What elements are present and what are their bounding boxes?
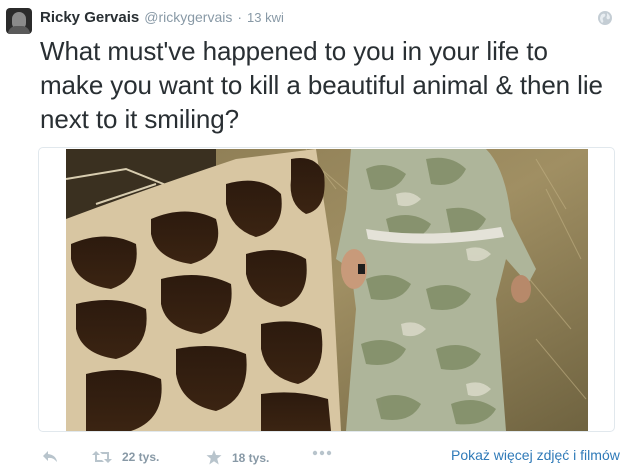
tweet-timestamp[interactable]: 13 kwi: [247, 10, 284, 25]
tweet-photo[interactable]: [66, 149, 588, 431]
favorite-button[interactable]: 18 tys.: [206, 450, 269, 465]
avatar-shoulder: [8, 26, 30, 34]
author-name[interactable]: Ricky Gervais: [40, 9, 139, 26]
author-handle[interactable]: @rickygervais: [144, 9, 232, 25]
tweet-header: Ricky Gervais @rickygervais · 13 kwi: [40, 9, 284, 27]
show-more-media-link[interactable]: Pokaż więcej zdjęć i filmów: [451, 447, 620, 463]
tweet-text: What must've happened to you in your lif…: [40, 36, 603, 134]
favorite-count: 18 tys.: [232, 450, 270, 465]
reply-button[interactable]: [42, 450, 58, 464]
avatar[interactable]: [6, 8, 32, 34]
media-container[interactable]: [38, 147, 615, 432]
reply-icon: [43, 451, 57, 462]
tweet-card: Ricky Gervais @rickygervais · 13 kwi Wha…: [0, 0, 623, 474]
retweet-count: 22 tys.: [122, 450, 160, 464]
retweet-icon: [92, 451, 112, 463]
globe-icon: [598, 11, 612, 25]
star-icon: [206, 450, 222, 465]
retweet-button[interactable]: 22 tys.: [92, 450, 159, 464]
photo-illustration: [66, 149, 588, 431]
more-dots-icon: [312, 450, 332, 456]
header-separator: ·: [237, 9, 243, 25]
more-button[interactable]: [312, 450, 332, 456]
